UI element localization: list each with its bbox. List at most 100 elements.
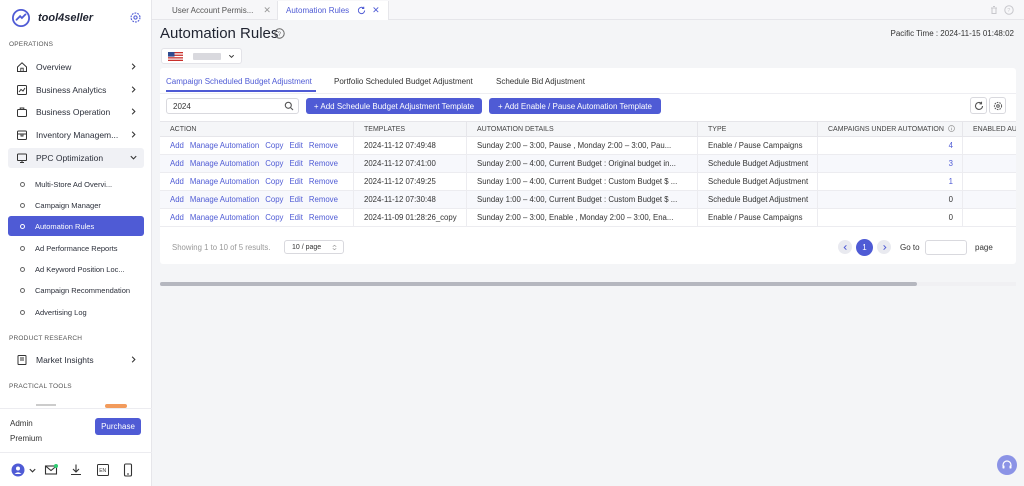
- sidebar-item-market-insights[interactable]: Market Insights: [8, 350, 144, 370]
- sidebar-item-ppc-optimization[interactable]: PPC Optimization: [8, 148, 144, 168]
- copy-link[interactable]: Copy: [265, 213, 283, 222]
- download-icon[interactable]: [69, 463, 83, 477]
- bullet-icon: [20, 266, 25, 272]
- prev-page-button[interactable]: [838, 240, 852, 254]
- sidebar-item-business-analytics[interactable]: Business Analytics: [8, 80, 144, 100]
- sidebar-sub-ad-performance[interactable]: Ad Performance Reports: [8, 238, 144, 258]
- details-cell: Sunday 1:00 – 4:00, Current Budget : Cus…: [467, 191, 698, 208]
- goto-page-input[interactable]: [925, 240, 967, 255]
- help-icon[interactable]: ?: [1004, 5, 1014, 15]
- country-store-select[interactable]: [161, 48, 242, 64]
- account-role: Admin: [10, 419, 33, 428]
- trash-icon[interactable]: [989, 5, 999, 15]
- divider: [0, 452, 152, 453]
- search-input[interactable]: [166, 98, 299, 114]
- close-icon[interactable]: ✕: [372, 5, 380, 16]
- help-icon[interactable]: ?: [274, 28, 285, 39]
- sidebar-sub-advertising-log[interactable]: Advertising Log: [8, 302, 144, 322]
- campaigns-count-cell[interactable]: 3: [818, 155, 963, 172]
- table-row: Add Manage Automation Copy Edit Remove 2024-1…: [160, 173, 1016, 191]
- add-link[interactable]: Add: [170, 177, 184, 186]
- chevron-right-icon: [131, 356, 136, 363]
- search-icon[interactable]: [284, 101, 294, 111]
- subtab-portfolio-budget[interactable]: Portfolio Scheduled Budget Adjustment: [334, 77, 473, 86]
- info-icon[interactable]: [948, 125, 955, 132]
- edit-link[interactable]: Edit: [289, 177, 302, 186]
- sidebar-sub-automation-rules[interactable]: Automation Rules: [8, 216, 144, 236]
- enabled-cell: [963, 173, 1016, 190]
- manage-automation-link[interactable]: Manage Automation: [190, 141, 259, 150]
- remove-link[interactable]: Remove: [309, 177, 338, 186]
- refresh-icon[interactable]: [357, 6, 366, 15]
- sidebar-item-overview[interactable]: Overview: [8, 57, 144, 77]
- remove-link[interactable]: Remove: [309, 141, 338, 150]
- copy-link[interactable]: Copy: [265, 177, 283, 186]
- remove-link[interactable]: Remove: [309, 195, 338, 204]
- chevron-right-icon: [131, 63, 136, 70]
- sidebar-item-business-operation[interactable]: Business Operation: [8, 102, 144, 122]
- tab-automation-rules[interactable]: Automation Rules ✕: [277, 1, 389, 20]
- sidebar-sub-keyword-position[interactable]: Ad Keyword Position Loc...: [8, 259, 144, 279]
- add-budget-template-button[interactable]: + Add Schedule Budget Adjustment Templat…: [306, 98, 482, 114]
- us-flag-icon: [168, 51, 183, 61]
- copy-link[interactable]: Copy: [265, 159, 283, 168]
- action-cell: Add Manage Automation Copy Edit Remove: [160, 191, 354, 208]
- add-link[interactable]: Add: [170, 141, 184, 150]
- copy-link[interactable]: Copy: [265, 141, 283, 150]
- account-plan: Premium: [10, 434, 43, 443]
- chevron-down-icon[interactable]: [28, 463, 37, 477]
- brand[interactable]: tool4seller: [12, 8, 144, 28]
- add-link[interactable]: Add: [170, 213, 184, 222]
- edit-link[interactable]: Edit: [289, 195, 302, 204]
- user-avatar-icon[interactable]: [11, 463, 25, 477]
- sidebar-sub-campaign-manager[interactable]: Campaign Manager: [8, 195, 144, 215]
- page-size-select[interactable]: 10 / page: [284, 240, 344, 254]
- campaigns-count-cell[interactable]: 4: [818, 137, 963, 154]
- remove-link[interactable]: Remove: [309, 213, 338, 222]
- edit-link[interactable]: Edit: [289, 213, 302, 222]
- add-link[interactable]: Add: [170, 195, 184, 204]
- sidebar-sub-label: Automation Rules: [35, 221, 95, 231]
- manage-automation-link[interactable]: Manage Automation: [190, 159, 259, 168]
- tool-item-partial: [36, 404, 56, 406]
- page-button-current[interactable]: 1: [856, 239, 873, 256]
- gear-icon[interactable]: [129, 11, 142, 24]
- mail-icon[interactable]: [44, 463, 58, 477]
- page-suffix-label: page: [975, 243, 993, 252]
- copy-link[interactable]: Copy: [265, 195, 283, 204]
- remove-link[interactable]: Remove: [309, 159, 338, 168]
- add-link[interactable]: Add: [170, 159, 184, 168]
- tab-user-account-permissions[interactable]: User Account Permis... ✕: [164, 1, 279, 20]
- automation-rules-card: Campaign Scheduled Budget Adjustment Por…: [160, 68, 1016, 286]
- svg-text:?: ?: [278, 32, 282, 38]
- divider: [0, 408, 152, 409]
- sidebar-sub-label: Ad Performance Reports: [35, 243, 118, 253]
- manage-automation-link[interactable]: Manage Automation: [190, 195, 259, 204]
- column-settings-button[interactable]: [989, 97, 1006, 114]
- refresh-button[interactable]: [970, 97, 987, 114]
- manage-automation-link[interactable]: Manage Automation: [190, 213, 259, 222]
- sidebar-item-label: PPC Optimization: [36, 153, 104, 163]
- details-cell: Sunday 2:00 – 3:00, Pause , Monday 2:00 …: [467, 137, 698, 154]
- tab-label: Automation Rules: [286, 6, 350, 15]
- bottom-toolbar: EN: [0, 458, 152, 482]
- edit-link[interactable]: Edit: [289, 159, 302, 168]
- purchase-button[interactable]: Purchase: [95, 418, 141, 435]
- scrollbar-thumb[interactable]: [160, 282, 917, 286]
- sidebar-sub-multi-store[interactable]: Multi-Store Ad Overvi...: [8, 174, 144, 194]
- sidebar-item-inventory[interactable]: Inventory Managem...: [8, 125, 144, 145]
- close-icon[interactable]: ✕: [263, 5, 271, 16]
- next-page-button[interactable]: [877, 240, 891, 254]
- edit-link[interactable]: Edit: [289, 141, 302, 150]
- campaigns-count-cell[interactable]: 1: [818, 173, 963, 190]
- language-en-icon[interactable]: EN: [96, 463, 110, 477]
- campaigns-count-cell: 0: [818, 191, 963, 208]
- subtab-campaign-budget[interactable]: Campaign Scheduled Budget Adjustment: [166, 77, 312, 86]
- manage-automation-link[interactable]: Manage Automation: [190, 177, 259, 186]
- mobile-icon[interactable]: [121, 463, 135, 477]
- support-chat-button[interactable]: [997, 455, 1017, 475]
- subtab-schedule-bid[interactable]: Schedule Bid Adjustment: [496, 77, 585, 86]
- sidebar-sub-campaign-recommendation[interactable]: Campaign Recommendation: [8, 280, 144, 300]
- horizontal-scrollbar[interactable]: [160, 282, 1016, 286]
- add-pause-template-button[interactable]: + Add Enable / Pause Automation Template: [489, 98, 661, 114]
